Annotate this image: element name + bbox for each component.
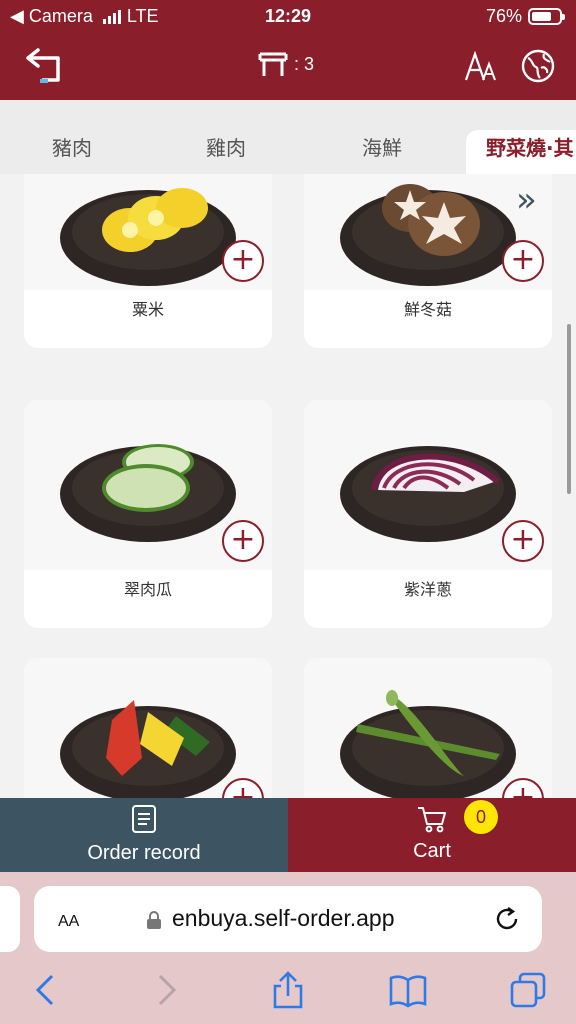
bookmarks-icon[interactable]	[388, 970, 428, 1010]
menu-item-name: 粟米	[131, 300, 164, 319]
menu-grid: + 粟米 + 鮮冬菇 + 翠肉瓜 + 紫洋蔥 + + »	[0, 174, 576, 798]
cart-label: Cart	[413, 840, 451, 862]
browser-toolbar	[0, 970, 576, 1010]
food-image: +	[304, 174, 552, 290]
menu-item-name: 紫洋蔥	[403, 580, 452, 599]
aa-label: AA	[58, 913, 80, 930]
menu-item-card[interactable]: + 紫洋蔥	[304, 400, 552, 628]
cart-icon	[288, 804, 576, 834]
forward-chevron-icon[interactable]	[146, 970, 186, 1010]
add-item-button[interactable]: +	[502, 240, 544, 282]
tab-chicken[interactable]: 雞肉	[154, 130, 298, 174]
cart-count-badge: 0	[464, 800, 498, 834]
bottom-action-bar: Order record 0 Cart	[0, 798, 576, 872]
order-record-label: Order record	[87, 842, 201, 864]
address-bar[interactable]: AA enbuya.self-order.app	[34, 886, 542, 952]
back-chevron-icon[interactable]	[26, 970, 66, 1010]
food-image: +	[24, 400, 272, 570]
food-image: +	[304, 400, 552, 570]
menu-item-name: 翠肉瓜	[123, 580, 172, 599]
okra-plate-image	[340, 690, 516, 798]
table-number: : 3	[294, 53, 315, 74]
return-arrow-icon[interactable]	[24, 46, 68, 86]
status-bar: ◀ Camera LTE 12:29 76%	[0, 0, 576, 32]
lock-icon	[147, 911, 161, 929]
food-image: +	[304, 658, 552, 798]
document-icon	[0, 804, 288, 834]
reader-options-button[interactable]: AA	[58, 906, 79, 932]
food-image: +	[24, 658, 272, 798]
add-item-button[interactable]: +	[222, 240, 264, 282]
category-tabs: 豬肉 雞肉 海鮮 野菜燒·其	[0, 100, 576, 174]
order-record-button[interactable]: Order record	[0, 798, 288, 872]
menu-item-card[interactable]: +	[24, 658, 272, 798]
scrollbar[interactable]	[567, 324, 571, 494]
tab-vegetables[interactable]: 野菜燒·其	[466, 130, 576, 174]
double-chevron-right-icon[interactable]: »	[516, 180, 537, 220]
menu-item-name: 鮮冬菇	[403, 300, 452, 319]
food-image: +	[24, 174, 272, 290]
menu-item-card[interactable]: +	[304, 658, 552, 798]
bell-pepper-plate-image	[60, 700, 236, 798]
url-text: enbuya.self-order.app	[172, 905, 395, 931]
add-item-button[interactable]: +	[502, 520, 544, 562]
table-indicator: : 3	[258, 50, 314, 78]
browser-chrome: AA enbuya.self-order.app	[0, 872, 576, 1024]
previous-tab-preview[interactable]	[0, 886, 20, 952]
battery-icon	[528, 8, 565, 25]
font-size-icon[interactable]	[464, 48, 500, 84]
table-icon	[258, 52, 288, 76]
menu-item-card[interactable]: + 粟米	[24, 174, 272, 348]
globe-icon[interactable]	[520, 48, 556, 84]
battery-percent: 76%	[485, 6, 522, 26]
app-header: : 3	[0, 32, 576, 100]
menu-item-card[interactable]: + 鮮冬菇	[304, 174, 552, 348]
tab-seafood[interactable]: 海鮮	[310, 130, 454, 174]
cart-button[interactable]: 0 Cart	[288, 798, 576, 872]
reload-icon[interactable]	[492, 904, 522, 934]
menu-item-card[interactable]: + 翠肉瓜	[24, 400, 272, 628]
add-item-button[interactable]: +	[222, 520, 264, 562]
status-right: 76%	[485, 6, 565, 27]
tabs-icon[interactable]	[508, 970, 548, 1010]
tab-pork[interactable]: 豬肉	[0, 130, 144, 174]
share-icon[interactable]	[268, 970, 308, 1010]
